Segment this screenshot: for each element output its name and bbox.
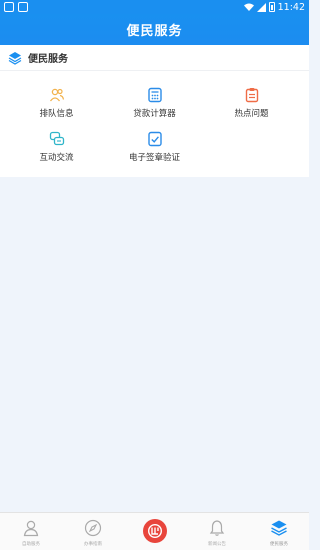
service-loan-calculator[interactable]: 贷款计算器 (103, 87, 206, 119)
tab-self-service[interactable]: 自助服务 (0, 513, 62, 550)
page-title: 便民服务 (126, 24, 183, 39)
service-label: 电子签章验证 (128, 153, 180, 163)
status-notifications (4, 2, 28, 12)
service-queue-info[interactable]: 排队信息 (5, 87, 108, 119)
user-icon (23, 520, 39, 537)
people-icon (49, 88, 64, 102)
clipboard-icon (245, 88, 258, 103)
service-interaction[interactable]: 互动交流 (5, 131, 108, 163)
status-time: 11:42 (277, 1, 305, 13)
layers-icon (8, 51, 22, 65)
bell-icon (209, 520, 225, 536)
service-label: 互动交流 (39, 153, 74, 163)
tab-center-logo[interactable] (124, 513, 186, 550)
services-panel: 便民服务 排队信息 贷款计算器 热点问题 互动交流 电子签章验证 (0, 45, 309, 177)
battery-icon (268, 2, 275, 12)
tab-news[interactable]: 新闻公告 (186, 513, 248, 550)
tab-label: 新闻公告 (208, 542, 226, 547)
section-header: 便民服务 (0, 45, 309, 71)
wifi-icon (243, 3, 254, 11)
layers-icon (271, 520, 287, 536)
center-logo-icon (143, 519, 167, 543)
tab-label: 自助服务 (22, 542, 40, 547)
chat-icon (49, 131, 64, 146)
title-bar: 便民服务 (0, 14, 309, 45)
tab-convenience[interactable]: 便民服务 (248, 513, 310, 550)
logo-mark-icon (147, 523, 163, 539)
section-title: 便民服务 (28, 54, 68, 65)
notification-app-icon (18, 2, 28, 12)
bottom-tab-bar: 自助服务 办事指南 新闻公告 便民服务 (0, 512, 309, 550)
compass-icon (84, 519, 102, 537)
service-label: 热点问题 (234, 109, 269, 119)
seal-check-icon (147, 131, 162, 147)
tab-label: 办事指南 (84, 542, 102, 547)
status-indicators: 11:42 (243, 0, 305, 14)
service-hot-questions[interactable]: 热点问题 (200, 87, 303, 119)
status-bar: 11:42 (0, 0, 309, 14)
tab-label: 便民服务 (270, 542, 288, 547)
calculator-icon (147, 87, 162, 103)
signal-icon (256, 2, 266, 12)
tab-guide[interactable]: 办事指南 (62, 513, 124, 550)
service-e-seal-verify[interactable]: 电子签章验证 (103, 131, 206, 163)
service-label: 排队信息 (39, 109, 74, 119)
notification-app-icon (4, 2, 14, 12)
service-label: 贷款计算器 (133, 109, 176, 119)
